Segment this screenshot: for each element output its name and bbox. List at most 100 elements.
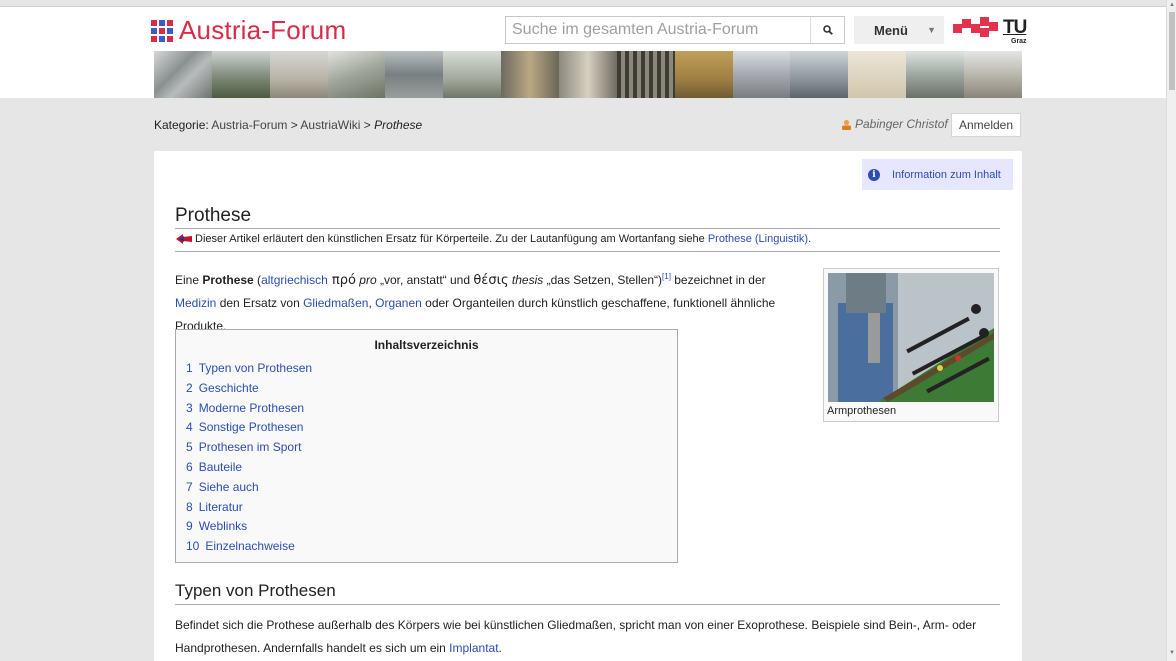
user-icon xyxy=(842,119,851,130)
disambiguation-arrow-icon xyxy=(176,234,192,244)
user-info[interactable]: Pabinger Christof xyxy=(841,117,948,131)
logo-grid-icon xyxy=(151,19,173,42)
info-icon: i xyxy=(868,168,880,181)
intro-paragraph: Eine Prothese (altgriechisch πρό pro „vo… xyxy=(175,265,795,338)
top-header: Austria-Forum Menü ▼ TU Graz xyxy=(0,6,1166,51)
toc-number: 3 xyxy=(186,400,193,415)
toc-item[interactable]: 7 Siehe auch xyxy=(186,478,312,498)
link-implantat[interactable]: Implantat xyxy=(449,641,498,655)
toc-list: 1 Typen von Prothesen 2 Geschichte 3 Modern… xyxy=(186,359,312,557)
scrollbar-thumb[interactable] xyxy=(1169,12,1175,90)
reference-link[interactable]: [1] xyxy=(662,272,671,281)
breadcrumb-item-austria-forum[interactable]: Austria-Forum xyxy=(211,118,287,132)
menu-label: Menü xyxy=(874,22,908,38)
title-divider xyxy=(175,228,1000,229)
page-scrollbar[interactable]: ▲ ▼ xyxy=(1166,0,1176,661)
toc-label: Prothesen im Sport xyxy=(198,440,302,455)
intro-text: „das Setzen, Stellen“) xyxy=(543,273,663,287)
toc-label: Literatur xyxy=(198,499,243,514)
greek-word: θέσις xyxy=(473,273,509,288)
content-area: i Information zum Inhalt Prothese Dieser… xyxy=(154,151,1022,661)
banner-images xyxy=(154,51,1022,98)
toc-item[interactable]: 5 Prothesen im Sport xyxy=(186,438,312,458)
hatnote-end: . xyxy=(808,233,812,245)
toc-number: 5 xyxy=(186,440,193,455)
user-name: Pabinger Christof xyxy=(855,117,948,131)
hatnote-divider xyxy=(175,251,1000,252)
breadcrumb-current: Prothese xyxy=(374,118,423,132)
intro-text: ( xyxy=(253,273,262,287)
search-box xyxy=(505,16,845,44)
info-content-button[interactable]: i Information zum Inhalt xyxy=(862,159,1013,190)
toc-item[interactable]: 1 Typen von Prothesen xyxy=(186,359,312,379)
toc-label: Siehe auch xyxy=(198,479,259,494)
toc-item[interactable]: 3 Moderne Prothesen xyxy=(186,399,312,419)
intro-text: bezeichnet in der xyxy=(670,273,766,287)
hatnote: Dieser Artikel erläutert den künstlichen… xyxy=(175,233,811,245)
link-medizin[interactable]: Medizin xyxy=(175,296,216,310)
site-logo[interactable]: Austria-Forum xyxy=(151,15,346,46)
toc-number: 9 xyxy=(186,519,193,534)
intro-text: den Ersatz von xyxy=(216,296,304,310)
toc-number: 7 xyxy=(186,479,193,494)
toc-number: 4 xyxy=(186,420,193,435)
toc-item[interactable]: 4 Sonstige Prothesen xyxy=(186,418,312,438)
logo-text: Austria-Forum xyxy=(179,15,347,45)
section-text: . xyxy=(498,641,502,655)
section-text: Befindet sich die Prothese außerhalb des… xyxy=(175,618,977,632)
toc-number: 6 xyxy=(186,459,193,474)
toc-label: Sonstige Prothesen xyxy=(198,420,304,435)
toc-item[interactable]: 8 Literatur xyxy=(186,498,312,518)
search-input[interactable] xyxy=(506,17,810,43)
thumbnail-figure: Armprothesen xyxy=(823,268,999,422)
hatnote-text: Dieser Artikel erläutert den künstlichen… xyxy=(195,233,705,245)
toc-number: 10 xyxy=(186,539,200,554)
toc-label: Typen von Prothesen xyxy=(198,361,313,375)
toc-label: Moderne Prothesen xyxy=(198,400,305,415)
toc-item[interactable]: 10 Einzelnachweise xyxy=(186,537,312,557)
intro-bold-term: Prothese xyxy=(202,273,254,287)
toc-item[interactable]: 6 Bauteile xyxy=(186,458,312,478)
search-button[interactable] xyxy=(810,17,844,43)
toc-label: Einzelnachweise xyxy=(205,539,295,554)
arm-prosthesis-image[interactable] xyxy=(828,273,994,402)
breadcrumb-label: Kategorie: xyxy=(154,118,209,132)
toc-title: Inhaltsverzeichnis xyxy=(374,338,479,352)
menu-button[interactable]: Menü ▼ xyxy=(854,16,944,44)
link-organen[interactable]: Organen xyxy=(375,296,422,310)
toc-label: Bauteile xyxy=(198,459,243,474)
chevron-down-icon: ▼ xyxy=(927,25,936,35)
intro-text: Eine xyxy=(175,273,203,287)
header-banner xyxy=(0,51,1166,98)
page-title: Prothese xyxy=(175,205,252,226)
greek-word: πρό xyxy=(327,273,356,288)
toc-item[interactable]: 2 Geschichte xyxy=(186,379,312,399)
toc-number: 1 xyxy=(186,361,193,375)
toc-label: Geschichte xyxy=(198,380,259,395)
info-content-label: Information zum Inhalt xyxy=(892,168,1001,181)
intro-text: „vor, anstatt“ und xyxy=(376,273,474,287)
toc-number: 8 xyxy=(186,499,193,514)
intro-italic: thesis xyxy=(508,273,544,287)
toc-item[interactable]: 9 Weblinks xyxy=(186,517,312,537)
search-icon xyxy=(822,25,833,35)
scroll-up-icon[interactable]: ▲ xyxy=(1169,2,1175,8)
intro-text: oder Organteilen durch künstlich geschaf… xyxy=(421,296,776,310)
tu-logo-subtext: Graz xyxy=(1011,38,1027,45)
breadcrumb-separator: > xyxy=(363,118,371,132)
link-altgriechisch[interactable]: altgriechisch xyxy=(261,273,328,287)
login-button[interactable]: Anmelden xyxy=(951,113,1021,137)
breadcrumb: Kategorie: Austria-Forum > AustriaWiki >… xyxy=(154,118,422,132)
link-gliedmassen[interactable]: Gliedmaßen xyxy=(303,296,368,310)
tu-logo-text: TU xyxy=(1003,17,1027,38)
thumbnail-caption: Armprothesen xyxy=(827,405,897,417)
intro-italic: pro xyxy=(355,273,377,287)
scroll-down-icon[interactable]: ▼ xyxy=(1169,650,1175,656)
breadcrumb-item-austriawiki[interactable]: AustriaWiki xyxy=(300,118,360,132)
section-paragraph: Befindet sich die Prothese außerhalb des… xyxy=(175,614,1005,660)
breadcrumb-separator: > xyxy=(290,118,298,132)
toc-number: 2 xyxy=(186,380,193,395)
hatnote-link[interactable]: Prothese (Linguistik) xyxy=(708,233,808,245)
section-heading: Typen von Prothesen xyxy=(175,581,336,600)
table-of-contents: Inhaltsverzeichnis 1 Typen von Prothesen … xyxy=(175,329,678,563)
